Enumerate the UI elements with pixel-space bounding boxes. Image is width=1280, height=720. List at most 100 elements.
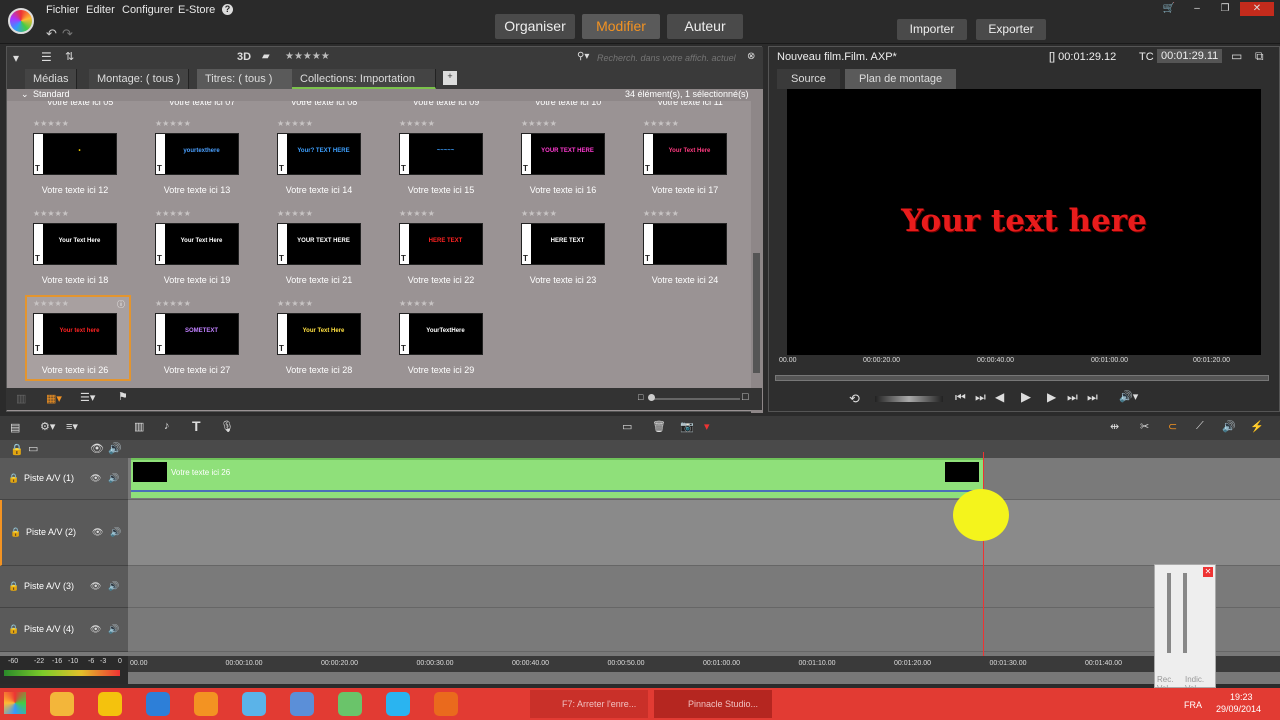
notepad-icon[interactable] bbox=[242, 692, 266, 716]
close-button[interactable]: ✕ bbox=[1240, 2, 1274, 16]
loop-icon[interactable]: ⟲ bbox=[849, 391, 860, 407]
skype-icon[interactable] bbox=[386, 692, 410, 716]
restore-button[interactable]: ❐ bbox=[1212, 2, 1238, 16]
mode-organiser[interactable]: Organiser bbox=[495, 14, 575, 39]
master-eye-icon[interactable]: 👁 bbox=[90, 442, 104, 455]
vlc-icon[interactable] bbox=[98, 692, 122, 716]
master-lock-icon[interactable]: 🔒 bbox=[10, 443, 24, 456]
language-indicator[interactable]: FRA bbox=[1184, 700, 1202, 710]
split-icon[interactable]: ⇹ bbox=[1110, 420, 1119, 433]
mode-modifier[interactable]: Modifier bbox=[582, 14, 660, 39]
library-item[interactable]: ★★★★★ T ~~~~~ Votre texte ici 15 bbox=[391, 119, 501, 203]
minimize-button[interactable]: – bbox=[1184, 2, 1210, 16]
indic-vol-slider[interactable] bbox=[1183, 573, 1187, 653]
menu-estore[interactable]: E-Store bbox=[178, 4, 215, 16]
mixer-close-icon[interactable]: ✕ bbox=[1203, 567, 1213, 577]
menu-editer[interactable]: Editer bbox=[86, 4, 115, 16]
mic-icon[interactable]: 🎙 bbox=[220, 420, 234, 433]
library-item[interactable]: ★★★★★ T YOUR TEXT HERE Votre texte ici 21 bbox=[269, 209, 379, 293]
track-options-icon[interactable]: ≡▾ bbox=[66, 420, 78, 433]
browser-icon[interactable] bbox=[146, 692, 170, 716]
volume-icon[interactable]: 🔊▾ bbox=[1119, 390, 1138, 403]
title-clip[interactable]: Votre texte ici 26 bbox=[131, 458, 983, 498]
app-icon[interactable] bbox=[194, 692, 218, 716]
step-back-icon[interactable]: ◀ bbox=[995, 390, 1004, 404]
library-item[interactable]: ★★★★★ T Your Text Here Votre texte ici 17 bbox=[635, 119, 745, 203]
prev-frame-icon[interactable]: ⏭ bbox=[975, 390, 986, 405]
import-button[interactable]: Importer bbox=[897, 19, 967, 40]
scrub-icon[interactable]: ⟋ bbox=[1196, 420, 1204, 433]
mode-auteur[interactable]: Auteur bbox=[667, 14, 743, 39]
music-icon[interactable]: ♪ bbox=[164, 420, 170, 432]
menu-configurer[interactable]: Configurer bbox=[122, 4, 173, 16]
step-forward-icon[interactable]: ▶ bbox=[1047, 390, 1056, 404]
library-item[interactable]: ★★★★★ T YourTextHere Votre texte ici 29 bbox=[391, 299, 501, 383]
library-item[interactable]: ★★★★★ T Your Text Here Votre texte ici 19 bbox=[147, 209, 257, 293]
timeline-view-icon[interactable]: ▤ bbox=[10, 421, 20, 434]
title-tool-icon[interactable]: T bbox=[192, 418, 201, 434]
zoom-slider[interactable] bbox=[650, 398, 740, 400]
player-scrub-bar[interactable] bbox=[775, 375, 1269, 381]
library-item[interactable]: ★★★★★ Tyourtexthere Votre texte ici 13 bbox=[147, 119, 257, 203]
audio-scrub-icon[interactable]: 🔊 bbox=[1222, 420, 1236, 433]
info-icon[interactable]: ⓘ bbox=[117, 299, 125, 310]
trash-icon[interactable]: 🗑 bbox=[652, 420, 666, 433]
marker-icon[interactable]: ▾ bbox=[704, 420, 710, 433]
shuttle-wheel[interactable] bbox=[875, 396, 943, 402]
library-item[interactable]: ★★★★★ T Your Text Here Votre texte ici 18 bbox=[25, 209, 135, 293]
help-icon[interactable]: ? bbox=[222, 4, 233, 15]
snapshot-icon[interactable]: 📷 bbox=[680, 420, 694, 433]
play-icon[interactable]: ▶ bbox=[1021, 389, 1031, 405]
library-item[interactable]: ★★★★★ T SOMETEXT Votre texte ici 27 bbox=[147, 299, 257, 383]
timeline-ruler[interactable]: 00.00 00:00:10.00 00:00:20.00 00:00:30.00 00… bbox=[128, 656, 1280, 672]
timecode-field[interactable]: 00:01:29.11 bbox=[1157, 49, 1223, 63]
library-scrollbar[interactable] bbox=[751, 89, 763, 413]
storyboard-icon[interactable]: ▭ bbox=[622, 420, 632, 433]
library-item[interactable]: ★★★★★ T • Votre texte ici 12 bbox=[25, 119, 135, 203]
library-item[interactable]: ★★★★★ T Votre texte ici 24 bbox=[635, 209, 745, 293]
list-mode-icon[interactable]: ☰▾ bbox=[80, 391, 95, 404]
redo-icon[interactable]: ↷ bbox=[62, 26, 73, 42]
export-button[interactable]: Exporter bbox=[976, 19, 1046, 40]
zoom-slider-handle[interactable] bbox=[648, 394, 655, 401]
cart-icon[interactable]: 🛒 bbox=[1156, 2, 1182, 16]
library-item[interactable]: ★★★★★ T YOUR TEXT HERE Votre texte ici 16 bbox=[513, 119, 623, 203]
master-video-icon[interactable]: ▭ bbox=[28, 442, 38, 455]
razor-icon[interactable]: ✂ bbox=[1140, 420, 1149, 433]
player-ruler[interactable]: 00.00 00:00:20.00 00:00:40.00 00:01:00.00 00… bbox=[773, 355, 1273, 369]
rec-vol-slider[interactable] bbox=[1167, 573, 1171, 653]
zoom-out-icon[interactable]: □ bbox=[638, 392, 643, 402]
grid-view-icon[interactable]: ▦▾ bbox=[46, 392, 62, 405]
virtualbox-icon[interactable] bbox=[290, 692, 314, 716]
library-item[interactable]: ★★★★★ T HERE TEXT Votre texte ici 22 bbox=[391, 209, 501, 293]
taskbar-item-pinnacle[interactable]: Pinnacle Studio... bbox=[654, 690, 772, 718]
zoom-in-icon[interactable]: □ bbox=[742, 391, 749, 403]
magnet-icon[interactable]: ⊂ bbox=[1168, 420, 1177, 433]
detach-icon[interactable]: ⧉ bbox=[1255, 49, 1264, 64]
scroll-thumb[interactable] bbox=[753, 253, 760, 373]
taskbar-item-recorder[interactable]: F7: Arreter l'enre... bbox=[530, 690, 648, 718]
fullscreen-icon[interactable]: ▭ bbox=[1231, 49, 1242, 63]
delete-icon[interactable]: ▥ bbox=[16, 392, 26, 405]
whatsapp-icon[interactable] bbox=[338, 692, 362, 716]
audio-mixer-icon[interactable]: ▥ bbox=[134, 420, 144, 433]
library-item[interactable]: ★★★★★ T Your? TEXT HERE Votre texte ici 14 bbox=[269, 119, 379, 203]
timeline-settings-icon[interactable]: ⚙▾ bbox=[40, 420, 55, 433]
master-speaker-icon[interactable]: 🔊 bbox=[108, 442, 122, 455]
go-start-icon[interactable]: ⏮ bbox=[955, 390, 966, 405]
playhead[interactable] bbox=[983, 452, 984, 660]
library-item[interactable]: ★★★★★ T HERE TEXT Votre texte ici 23 bbox=[513, 209, 623, 293]
add-to-collection-icon[interactable]: ⚑ bbox=[118, 390, 128, 403]
library-item[interactable]: ★★★★★ T Your Text Here Votre texte ici 28 bbox=[269, 299, 379, 383]
undo-icon[interactable]: ↶ bbox=[46, 26, 57, 42]
tab-source[interactable]: Source bbox=[777, 69, 840, 89]
app-logo-icon[interactable] bbox=[8, 8, 34, 34]
library-item[interactable]: ★★★★★ T Your text here Votre texte ici 26 ⓘ bbox=[25, 299, 135, 383]
file-explorer-icon[interactable] bbox=[50, 692, 74, 716]
next-frame-icon[interactable]: ⏭ bbox=[1067, 390, 1078, 405]
tab-plan-de-montage[interactable]: Plan de montage bbox=[845, 69, 957, 89]
firefox-icon[interactable] bbox=[434, 692, 458, 716]
smart-edit-icon[interactable]: ⚡ bbox=[1250, 420, 1264, 433]
go-end-icon[interactable]: ⏭ bbox=[1087, 390, 1098, 405]
menu-fichier[interactable]: Fichier bbox=[46, 4, 79, 16]
